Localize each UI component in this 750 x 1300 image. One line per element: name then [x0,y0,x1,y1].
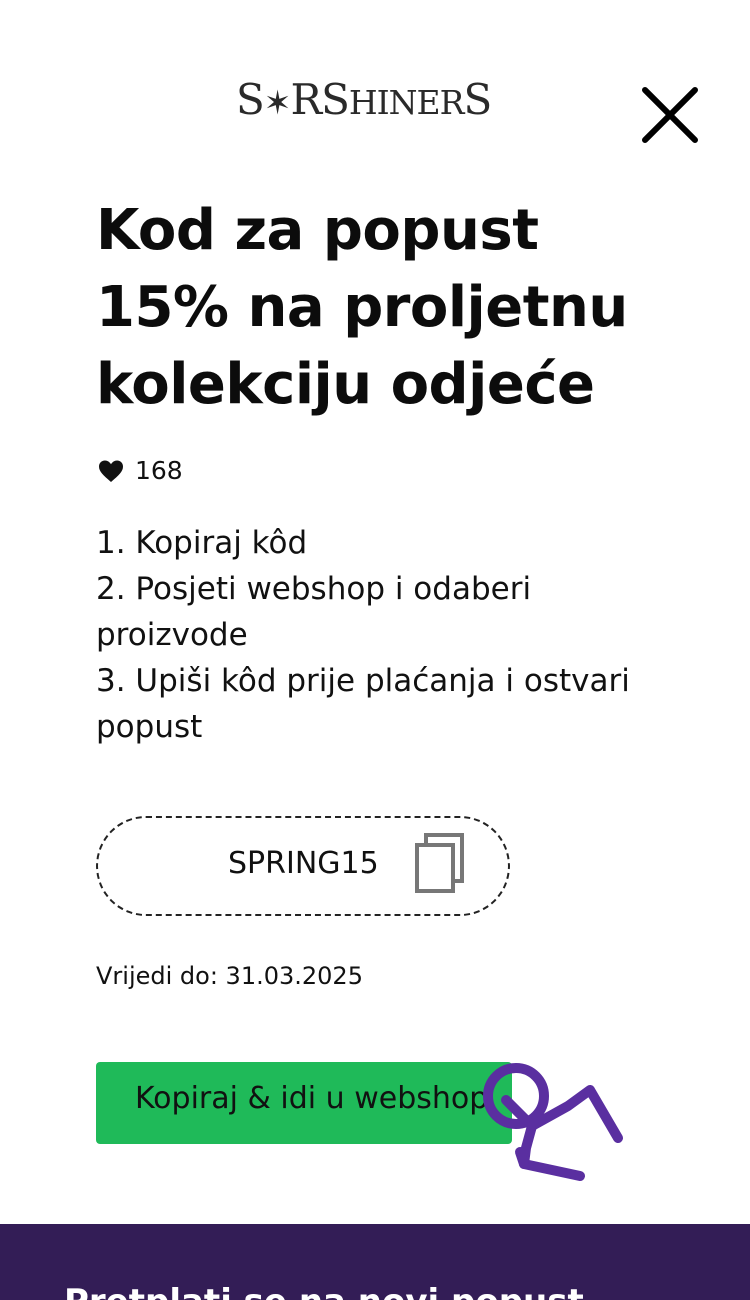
instruction-step: 1. Kopiraj kôd [96,525,308,561]
subscribe-banner-text: Pretplati se na novi popust [64,1282,584,1300]
offer-title-line: Kod za popust [96,198,539,263]
copy-icon[interactable] [414,832,466,894]
brand-logo: S✶RSHINERS [236,72,492,128]
discount-code: SPRING15 [228,846,379,881]
instruction-step: 2. Posjeti webshop i odaberi proizvode [96,571,532,653]
offer-title-line: kolekciju odjeće [96,352,595,417]
like-button[interactable]: 168 [97,456,183,485]
offer-title-line: 15% na proljetnu [96,275,628,340]
offer-title: Kod za popust 15% na proljetnu kolekciju… [96,192,676,423]
likes-count: 168 [135,456,183,485]
copy-and-go-label: Kopiraj & idi u webshop [135,1081,489,1116]
close-button[interactable] [637,84,701,148]
subscribe-banner[interactable]: Pretplati se na novi popust [0,1224,750,1300]
heart-icon [99,460,123,482]
copy-and-go-button[interactable]: Kopiraj & idi u webshop [96,1062,512,1144]
instructions-list: 1. Kopiraj kôd 2. Posjeti webshop i odab… [96,520,656,750]
discount-code-box[interactable]: SPRING15 [96,816,510,916]
instruction-step: 3. Upiši kôd prije plaćanja i ostvari po… [96,663,630,745]
valid-until: Vrijedi do: 31.03.2025 [96,962,363,990]
close-icon [642,87,698,143]
brand-logo-text: S✶RSHINERS [236,75,492,124]
